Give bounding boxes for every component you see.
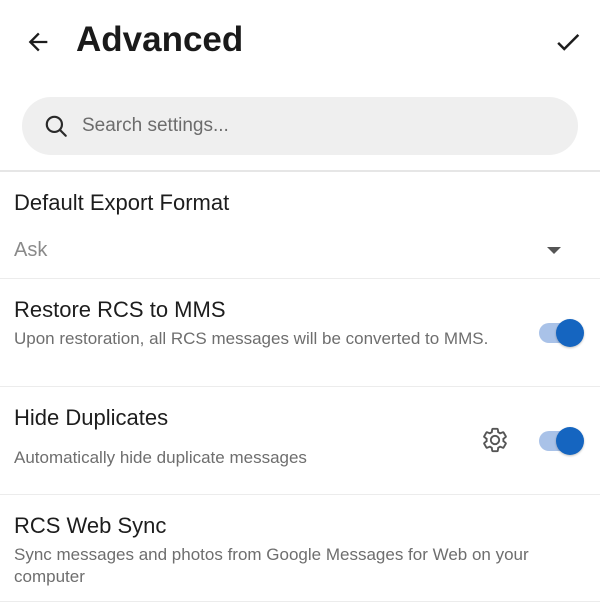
setting-export-format: Default Export Format Ask [0, 172, 600, 278]
gear-icon [483, 427, 507, 453]
page-title: Advanced [76, 20, 244, 59]
setting-description: Automatically hide duplicate messages [14, 448, 307, 467]
setting-rcs-web-sync[interactable]: RCS Web Sync Sync messages and photos fr… [0, 495, 600, 601]
setting-description: Sync messages and photos from Google Mes… [14, 545, 529, 586]
setting-hide-duplicates: Hide Duplicates Automatically hide dupli… [0, 387, 600, 493]
setting-title: Default Export Format [14, 190, 230, 215]
row-divider [0, 601, 600, 602]
hide-duplicates-toggle[interactable] [539, 427, 584, 455]
setting-description: Upon restoration, all RCS messages will … [14, 329, 489, 348]
arrow-back-icon [28, 32, 48, 52]
export-format-select[interactable]: Ask [0, 230, 600, 270]
check-icon [557, 33, 580, 51]
search-bar [22, 97, 578, 155]
select-value: Ask [14, 239, 48, 261]
setting-title: Hide Duplicates [14, 405, 169, 430]
back-button[interactable] [18, 22, 58, 62]
setting-restore-rcs: Restore RCS to MMS Upon restoration, all… [0, 279, 600, 385]
search-input[interactable] [82, 106, 522, 146]
toggle-thumb [556, 427, 584, 455]
search-icon [42, 112, 70, 140]
toggle-thumb [556, 319, 584, 347]
hide-duplicates-settings-button[interactable] [479, 424, 511, 456]
dropdown-arrow-icon [547, 247, 561, 254]
setting-title: RCS Web Sync [14, 513, 167, 538]
confirm-button[interactable] [548, 22, 588, 62]
setting-title: Restore RCS to MMS [14, 297, 226, 322]
restore-rcs-toggle[interactable] [539, 319, 584, 347]
top-app-bar: Advanced [0, 0, 600, 82]
